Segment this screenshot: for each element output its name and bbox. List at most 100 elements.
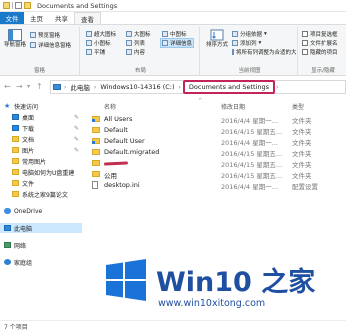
nav-item-onedrive[interactable]: OneDrive: [0, 206, 82, 216]
nav-item-desktop[interactable]: 桌面 ✎: [0, 112, 82, 122]
redaction-mark: [103, 161, 129, 166]
nav-item-this-pc[interactable]: 此电脑: [0, 223, 82, 233]
nav-item-label: 网络: [14, 242, 27, 250]
watermark-url: www.win10xitong.com: [158, 298, 266, 309]
nav-pane-button[interactable]: 导航窗格: [2, 29, 28, 49]
pin-icon[interactable]: ✎: [74, 114, 79, 121]
file-extensions-toggle[interactable]: 文件扩展名: [302, 39, 338, 47]
tab-view[interactable]: 查看: [74, 12, 101, 24]
checkbox[interactable]: [302, 49, 308, 55]
l-icons-icon: [126, 31, 132, 37]
nav-item-common-pictures[interactable]: 常用图片: [0, 156, 82, 166]
chevron-right-icon[interactable]: ›: [178, 84, 182, 91]
file-row[interactable]: Default.migrated 2016/4/15 星期五... 文件夹: [92, 147, 346, 158]
item-checkboxes-toggle[interactable]: 项目复选框: [302, 30, 338, 38]
back-arrow-icon[interactable]: ←: [4, 82, 11, 91]
nav-item-label: 文档: [22, 136, 35, 144]
group-by-button[interactable]: 分组依据 ▾: [232, 30, 267, 38]
download-icon: [12, 125, 19, 131]
fit-columns-button[interactable]: 将所有列调整为合适的大小: [232, 48, 296, 56]
checkbox[interactable]: [302, 31, 308, 37]
file-type: 文件夹: [292, 172, 312, 180]
recent-chevron-icon[interactable]: ▾: [27, 83, 30, 90]
tab-file[interactable]: 文件: [0, 12, 24, 24]
add-columns-button[interactable]: 添加列 ▾: [232, 39, 261, 47]
sort-button[interactable]: 排序方式: [204, 29, 230, 49]
nav-item-documents[interactable]: 文档 ✎: [0, 134, 82, 144]
nav-item-downloads[interactable]: 下载 ✎: [0, 123, 82, 133]
pin-icon[interactable]: ✎: [74, 136, 79, 143]
details-pane-button[interactable]: 详细信息窗格: [30, 41, 71, 49]
folder-icon[interactable]: [3, 2, 10, 9]
new-folder-icon[interactable]: [24, 2, 31, 9]
watermark: Win10 之家 www.win10xitong.com: [104, 254, 346, 316]
s-icons-icon: [86, 40, 92, 46]
folder-icon: [92, 127, 100, 133]
nav-item-papers[interactable]: 系统之家9篇论文: [0, 189, 82, 199]
details-label: 详细信息: [170, 41, 193, 47]
nav-item-files[interactable]: 文件: [0, 178, 82, 188]
tab-home[interactable]: 主页: [24, 12, 49, 24]
pc-icon: [4, 225, 11, 231]
layout-s-icons[interactable]: 小图标: [86, 39, 111, 47]
file-row[interactable]: desktop.ini 2016/4/4 星期一... 配置设置: [92, 180, 346, 191]
pin-icon[interactable]: ✎: [74, 125, 79, 132]
up-arrow-icon[interactable]: ↑: [36, 82, 43, 91]
breadcrumb-c-drive[interactable]: Windows10-14316 (C:): [97, 83, 177, 91]
chevron-down-icon: ▾: [264, 31, 267, 37]
file-row[interactable]: Default User 2016/4/4 星期一... 文件夹: [92, 136, 346, 147]
file-row[interactable]: 2016/4/15 星期五... 文件夹: [92, 158, 346, 169]
nav-item-pictures[interactable]: 图片 ✎: [0, 145, 82, 155]
file-extensions-label: 文件扩展名: [310, 41, 338, 47]
m-icons-icon: [162, 31, 168, 37]
nav-item-label: 电脑如何为U盘重建: [22, 169, 75, 177]
tab-share[interactable]: 共享: [49, 12, 74, 24]
folder-icon: [12, 180, 19, 186]
nav-item-network[interactable]: 网络: [0, 240, 82, 250]
file-row[interactable]: Default 2016/4/15 星期五... 文件夹: [92, 125, 346, 136]
layout-xl-icons[interactable]: 超大图标: [86, 30, 116, 38]
layout-l-icons[interactable]: 大图标: [126, 30, 151, 38]
file-type: 文件夹: [292, 150, 312, 158]
checkbox[interactable]: [302, 40, 308, 46]
m-icons-label: 中图标: [170, 32, 187, 38]
column-header-type[interactable]: 类型: [292, 102, 304, 111]
column-header-date[interactable]: 修改日期: [221, 102, 245, 111]
address-bar[interactable]: › 此电脑 › Windows10-14316 (C:) › Documents…: [50, 80, 346, 94]
breadcrumb-this-pc[interactable]: 此电脑: [67, 82, 93, 92]
hidden-items-toggle[interactable]: 隐藏的项目: [302, 48, 338, 56]
current-view-group: 排序方式 分组依据 ▾ 添加列 ▾ 将所有列调整为合适的大小 当前视图: [202, 27, 298, 75]
preview-pane-label: 预览窗格: [38, 33, 61, 39]
windows-logo-icon: [106, 259, 146, 301]
pin-icon[interactable]: ✎: [74, 147, 79, 154]
list-label: 列表: [134, 41, 146, 47]
folder-shortcut-icon: [92, 116, 100, 122]
layout-m-icons[interactable]: 中图标: [162, 30, 187, 38]
fit-columns-label: 将所有列调整为合适的大小: [236, 50, 296, 56]
layout-details[interactable]: 详细信息: [160, 38, 195, 48]
nav-item-homegroup[interactable]: 家庭组: [0, 257, 82, 267]
forward-arrow-icon[interactable]: →: [16, 82, 23, 91]
show-hide-group-label: 显示/隐藏: [311, 68, 335, 74]
file-row[interactable]: All Users 2016/4/4 星期一... 文件夹: [92, 114, 346, 125]
breadcrumb-documents-and-settings[interactable]: Documents and Settings: [182, 80, 275, 94]
file-date: 2016/4/15 星期五...: [221, 150, 283, 158]
chevron-right-icon[interactable]: ›: [275, 84, 279, 91]
layout-list[interactable]: 列表: [126, 39, 145, 47]
layout-tiles[interactable]: 平铺: [86, 48, 105, 56]
layout-content[interactable]: 内容: [126, 48, 145, 56]
nav-item-quick-access[interactable]: ★ 快速访问: [0, 101, 82, 111]
preview-pane-button[interactable]: 预览窗格: [30, 31, 60, 39]
chevron-down-icon: ▾: [258, 40, 262, 46]
separator: [12, 2, 13, 9]
sort-label: 排序方式: [205, 42, 228, 48]
nav-item-usb-rebuild[interactable]: 电脑如何为U盘重建: [0, 167, 82, 177]
pictures-icon: [12, 147, 19, 153]
column-header-name[interactable]: 名称: [104, 102, 116, 111]
homegroup-icon: [4, 259, 11, 265]
file-row[interactable]: 公用 2016/4/15 星期五... 文件夹: [92, 169, 346, 180]
folder-icon: [12, 169, 19, 175]
details-pane-label: 详细信息窗格: [38, 43, 72, 49]
folder-shortcut-icon: [92, 138, 100, 144]
properties-icon[interactable]: [15, 2, 22, 9]
